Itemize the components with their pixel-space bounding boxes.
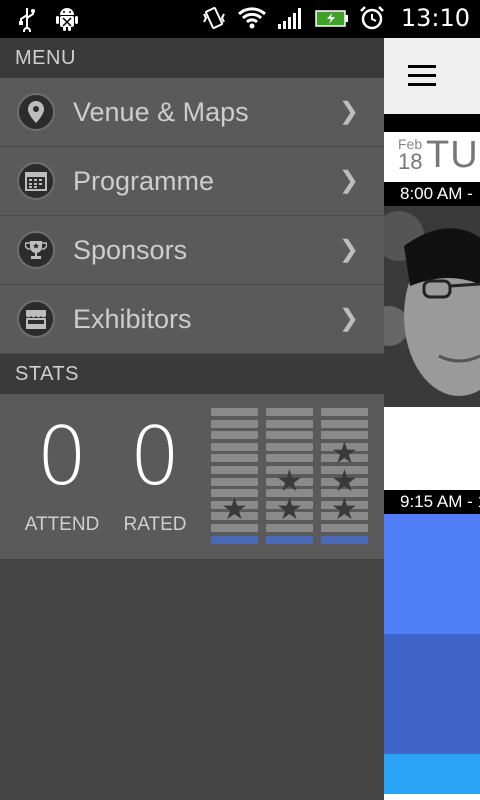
usb-icon	[19, 8, 35, 32]
clock: 13:10	[400, 4, 470, 32]
android-debug-icon	[56, 8, 78, 31]
session-card[interactable]	[384, 634, 480, 754]
trophy-icon	[17, 231, 55, 269]
rating-line	[321, 419, 368, 428]
rating-line	[211, 419, 258, 428]
rating-line	[211, 408, 258, 416]
main-content: Feb 18 TUE 8:00 AM - 9:15 AM - 1	[384, 38, 480, 800]
date-day: 18	[398, 149, 423, 174]
rating-line	[321, 408, 368, 416]
rating-line	[211, 477, 258, 486]
attend-caption: ATTEND	[24, 514, 100, 535]
date-header: Feb 18 TUE	[384, 132, 480, 182]
menu-item-sponsors[interactable]: Sponsors ❯	[0, 216, 384, 285]
rating-line	[266, 454, 313, 463]
signal-icon	[277, 8, 301, 29]
menu-section-header: MENU	[0, 38, 384, 78]
star-icon: ★	[331, 464, 358, 498]
menu-item-venue-maps[interactable]: Venue & Maps ❯	[0, 78, 384, 147]
alarm-icon	[359, 6, 384, 30]
chevron-right-icon: ❯	[338, 98, 359, 125]
hamburger-menu-icon[interactable]	[408, 65, 436, 87]
menu-item-label: Exhibitors	[73, 304, 192, 334]
rating-line	[266, 442, 313, 451]
vibrate-icon	[202, 7, 225, 29]
action-bar	[384, 38, 480, 114]
star-icon: ★	[331, 436, 358, 470]
session-time: 8:00 AM -	[384, 182, 480, 206]
menu-item-label: Programme	[73, 166, 215, 196]
date-weekday: TUE	[426, 134, 480, 176]
rated-stat: 0 RATED	[110, 412, 200, 536]
menu-item-label: Sponsors	[73, 235, 188, 265]
star-icon: ★	[331, 492, 358, 526]
stats-section-header: STATS	[0, 354, 384, 394]
status-bar: 13:10	[0, 0, 480, 38]
session-card[interactable]	[384, 514, 480, 634]
wifi-icon	[237, 7, 266, 29]
rating-baseline	[266, 535, 313, 544]
rating-line	[211, 466, 258, 474]
header-divider	[384, 114, 480, 132]
rating-line	[211, 431, 258, 440]
menu-item-programme[interactable]: Programme ❯	[0, 147, 384, 216]
battery-charging-icon	[315, 10, 348, 27]
star-icon: ★	[276, 464, 303, 498]
session-spacer	[384, 407, 480, 490]
star-icon: ★	[276, 492, 303, 526]
rating-line	[266, 419, 313, 428]
attend-stat: 0 ATTEND	[17, 412, 107, 536]
navigation-drawer: MENU Venue & Maps ❯ Programme ❯ Sponsors…	[0, 38, 384, 800]
chevron-right-icon: ❯	[338, 236, 359, 263]
rating-baseline	[321, 535, 368, 544]
rating-baseline	[211, 535, 258, 544]
stats-panel: 0 ATTEND 0 RATED ★ ★ ★ ★ ★ ★	[0, 394, 384, 559]
rated-count: 0	[129, 410, 181, 503]
rating-line	[211, 454, 258, 463]
menu-item-label: Venue & Maps	[73, 97, 249, 127]
calendar-icon	[17, 162, 55, 200]
rated-caption: RATED	[123, 514, 187, 535]
attend-count: 0	[36, 410, 88, 503]
rating-line	[266, 408, 313, 416]
session-card[interactable]	[384, 754, 480, 794]
menu-item-exhibitors[interactable]: Exhibitors ❯	[0, 285, 384, 354]
speaker-photo[interactable]	[384, 206, 480, 407]
booth-icon	[17, 300, 55, 338]
map-pin-icon	[17, 93, 55, 131]
rating-line	[266, 431, 313, 440]
session-time: 9:15 AM - 1	[384, 490, 480, 514]
chevron-right-icon: ❯	[338, 167, 359, 194]
chevron-right-icon: ❯	[338, 305, 359, 332]
rating-line	[211, 442, 258, 451]
star-icon: ★	[221, 492, 248, 526]
